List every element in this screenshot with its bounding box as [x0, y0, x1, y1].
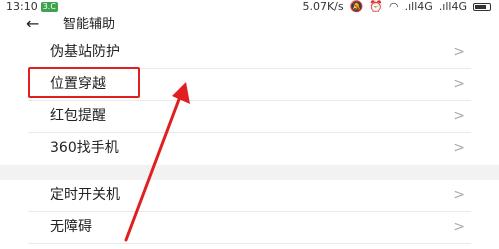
annotation-arrow-icon [124, 82, 190, 242]
